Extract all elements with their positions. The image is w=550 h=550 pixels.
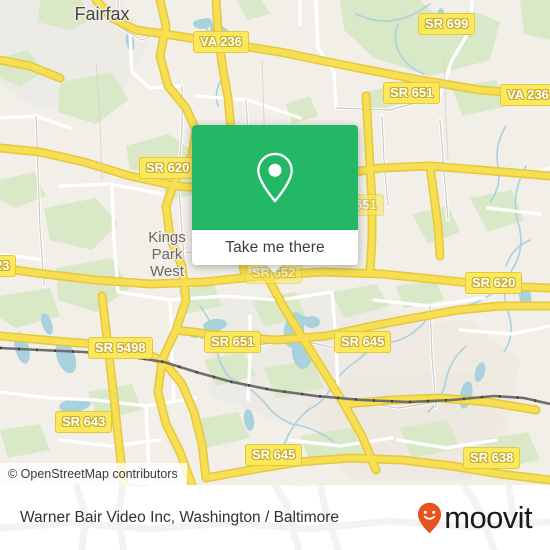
take-me-there-button[interactable]: Take me there xyxy=(192,230,358,265)
popup-card-tail xyxy=(265,264,283,273)
location-popup-card[interactable]: Take me there xyxy=(192,125,358,265)
moovit-pin-icon xyxy=(418,502,442,533)
popup-card-header xyxy=(192,125,358,230)
footer-bar: Warner Bair Video Inc, Washington / Balt… xyxy=(0,485,550,550)
footer-location-title: Warner Bair Video Inc, Washington / Balt… xyxy=(20,508,340,526)
map-attribution[interactable]: © OpenStreetMap contributors xyxy=(0,462,187,485)
moovit-logo: moovit xyxy=(417,500,533,535)
moovit-wordmark: moovit xyxy=(444,500,532,535)
map-screenshot: Fairfax Kings Park West VA 236 SR 699 SR… xyxy=(0,0,550,550)
map-pin-icon xyxy=(257,152,293,203)
take-me-there-label: Take me there xyxy=(225,238,325,256)
